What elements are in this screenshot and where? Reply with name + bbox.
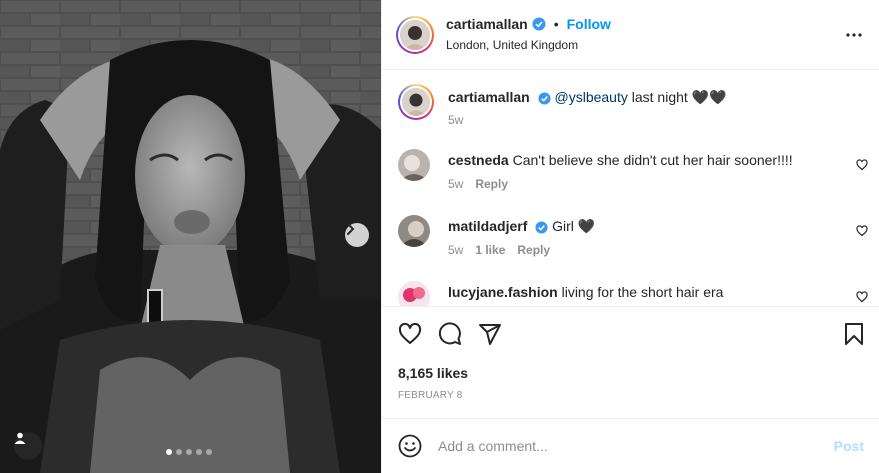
commenter-avatar[interactable] [398, 215, 430, 247]
profile-photo [398, 281, 430, 306]
comment-body: Can't believe she didn't cut her hair so… [512, 152, 793, 168]
comment-icon[interactable] [438, 322, 462, 346]
profile-photo [402, 88, 430, 116]
emoji-icon[interactable] [398, 434, 422, 458]
bookmark-icon[interactable] [844, 322, 864, 346]
post-actions: 8,165 likes FEBRUARY 8 [382, 306, 879, 418]
verified-badge-icon [535, 221, 548, 234]
next-slide-button[interactable] [345, 223, 369, 247]
caption-body: last night 🖤🖤 [627, 89, 727, 105]
carousel-dot [206, 449, 212, 455]
comment-time[interactable]: 5w [448, 243, 463, 257]
caption-meta: 5w [448, 113, 463, 127]
profile-photo [398, 215, 430, 247]
reply-button[interactable]: Reply [517, 243, 550, 257]
verified-badge-icon [538, 92, 551, 105]
likes-count[interactable]: 8,165 likes [398, 365, 468, 381]
carousel-indicator [166, 449, 212, 455]
caption-time[interactable]: 5w [448, 113, 463, 127]
comment-username[interactable]: lucyjane.fashion [448, 284, 558, 300]
verified-badge-icon [532, 17, 546, 31]
comment-meta: 5w Reply [448, 177, 508, 191]
comments-list[interactable]: cartiamallan @yslbeauty last night 🖤🖤 5w… [382, 71, 879, 306]
post-image[interactable] [0, 0, 381, 473]
heart-icon[interactable] [856, 291, 868, 303]
separator: • [553, 16, 559, 32]
more-options-button[interactable] [846, 24, 862, 42]
comment-time[interactable]: 5w [448, 177, 463, 191]
tagged-users-button[interactable] [14, 432, 42, 460]
post-detail-panel: cartiamallan • Follow London, United Kin… [381, 0, 879, 473]
add-comment-bar: Post [382, 418, 879, 473]
comment-text: lucyjane.fashion living for the short ha… [448, 283, 848, 301]
user-icon [14, 432, 26, 444]
heart-icon[interactable] [856, 159, 868, 171]
more-horizontal-icon [846, 33, 862, 37]
carousel-dot [196, 449, 202, 455]
share-icon[interactable] [478, 322, 502, 346]
commenter-avatar[interactable] [398, 149, 430, 181]
profile-photo [400, 20, 430, 50]
carousel-dot [186, 449, 192, 455]
carousel-dot [166, 449, 172, 455]
comment-input[interactable] [438, 431, 818, 461]
caption-text: cartiamallan @yslbeauty last night 🖤🖤 [448, 88, 848, 106]
heart-icon[interactable] [856, 225, 868, 237]
avatar[interactable] [396, 16, 434, 54]
post-date[interactable]: FEBRUARY 8 [398, 390, 462, 401]
commenter-avatar[interactable] [398, 281, 430, 306]
heart-icon[interactable] [398, 322, 422, 346]
reply-button[interactable]: Reply [475, 177, 508, 191]
comment-username[interactable]: matildadjerf [448, 218, 527, 234]
post-header: cartiamallan • Follow London, United Kin… [382, 0, 879, 70]
caption-avatar[interactable] [398, 84, 434, 120]
carousel-dot [176, 449, 182, 455]
caption-username[interactable]: cartiamallan [448, 89, 530, 105]
header-username-row: cartiamallan • Follow [446, 16, 611, 32]
mention-link[interactable]: @yslbeauty [555, 89, 628, 105]
comment-text: matildadjerf Girl 🖤 [448, 217, 848, 235]
chevron-right-icon [347, 223, 355, 235]
comment-body: living for the short hair era [561, 284, 724, 300]
photo-placeholder [0, 0, 381, 473]
post-comment-button[interactable]: Post [834, 438, 864, 454]
comment-meta: 5w 1 like Reply [448, 243, 550, 257]
comment-username[interactable]: cestneda [448, 152, 509, 168]
profile-photo [398, 149, 430, 181]
location-link[interactable]: London, United Kingdom [446, 38, 578, 52]
comment-likes[interactable]: 1 like [475, 243, 505, 257]
comment-body: Girl 🖤 [552, 218, 596, 234]
comment-text: cestneda Can't believe she didn't cut he… [448, 151, 848, 169]
username-link[interactable]: cartiamallan [446, 16, 528, 32]
follow-button[interactable]: Follow [567, 16, 611, 32]
